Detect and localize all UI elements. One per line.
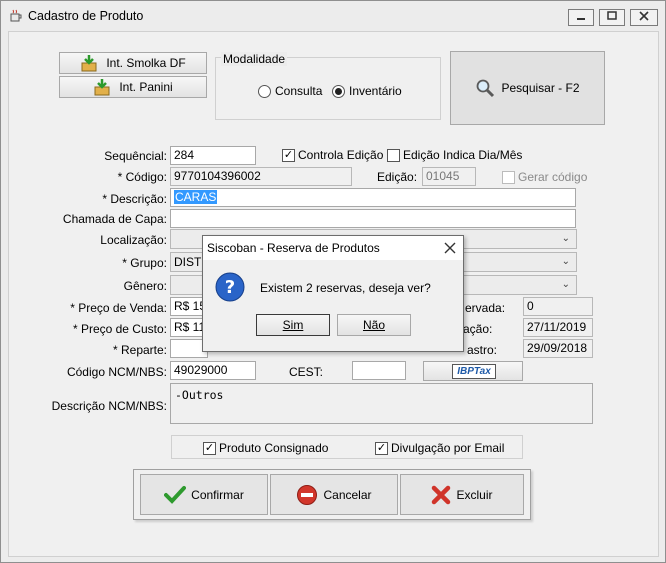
int-smolka-label: Int. Smolka DF bbox=[106, 56, 186, 70]
reservada-label: ervada: bbox=[465, 301, 506, 315]
close-icon bbox=[639, 11, 649, 24]
cancelar-button[interactable]: Cancelar bbox=[270, 474, 398, 515]
cancelar-label: Cancelar bbox=[323, 487, 372, 502]
radio-inventario-indicator bbox=[332, 84, 345, 98]
chamada-label: Chamada de Capa: bbox=[62, 212, 167, 226]
dialog-no-label: Não bbox=[362, 318, 385, 332]
title-bar: Cadastro de Produto bbox=[1, 1, 665, 31]
codigo-field[interactable]: 9770104396002 bbox=[170, 167, 352, 186]
modalidade-group bbox=[215, 57, 441, 120]
cadastro-label: astro: bbox=[467, 343, 498, 357]
divulgacao-checkbox[interactable]: ✓ Divulgação por Email bbox=[375, 441, 504, 455]
maximize-icon bbox=[607, 11, 617, 24]
consignado-check-icon: ✓ bbox=[203, 441, 216, 455]
main-window: Cadastro de Produto Int. Smolka DF Int. … bbox=[0, 0, 666, 563]
question-icon: ? bbox=[215, 272, 245, 302]
controla-edicao-check-icon: ✓ bbox=[282, 148, 295, 162]
no-entry-icon bbox=[296, 484, 318, 506]
box-download-icon bbox=[93, 78, 111, 96]
confirmar-label: Confirmar bbox=[191, 487, 244, 502]
descricao-field[interactable]: CARAS bbox=[170, 188, 576, 207]
gerar-codigo-label: Gerar código bbox=[518, 170, 588, 184]
excluir-label: Excluir bbox=[456, 487, 493, 502]
codigo-label: * Código: bbox=[117, 170, 167, 184]
gerar-codigo-checkbox[interactable]: Gerar código bbox=[502, 170, 587, 184]
dialog-close-icon[interactable] bbox=[443, 241, 457, 255]
red-x-icon bbox=[431, 485, 451, 505]
radio-consulta-label: Consulta bbox=[275, 84, 323, 98]
reservada-field[interactable]: 0 bbox=[523, 297, 593, 316]
dialog-yes-button[interactable]: Sim bbox=[256, 314, 330, 336]
dialog-message: Existem 2 reservas, deseja ver? bbox=[260, 281, 431, 295]
modalidade-title: Modalidade bbox=[221, 52, 288, 66]
minimize-button[interactable] bbox=[568, 9, 594, 26]
descricao-label: * Descrição: bbox=[102, 192, 167, 206]
reserva-dialog: Siscoban - Reserva de Produtos ? Existem… bbox=[202, 235, 464, 352]
cadastro-field[interactable]: 29/09/2018 bbox=[523, 339, 593, 358]
radio-inventario[interactable]: Inventário bbox=[332, 84, 402, 98]
edicao-dia-mes-check-icon bbox=[387, 148, 400, 162]
coffee-cup-icon bbox=[9, 9, 23, 23]
radio-inventario-label: Inventário bbox=[349, 84, 402, 98]
ibptax-logo: IBPTax bbox=[452, 364, 496, 379]
dialog-title-bar: Siscoban - Reserva de Produtos bbox=[203, 236, 463, 260]
edicao-dia-mes-label: Edição Indica Dia/Mês bbox=[403, 148, 523, 162]
confirmar-button[interactable]: Confirmar bbox=[140, 474, 268, 515]
reparte-label: * Reparte: bbox=[112, 343, 167, 357]
search-label: Pesquisar - F2 bbox=[501, 81, 580, 95]
excluir-button[interactable]: Excluir bbox=[400, 474, 524, 515]
maximize-button[interactable] bbox=[599, 9, 625, 26]
descricao-value: CARAS bbox=[174, 190, 218, 204]
int-panini-button[interactable]: Int. Panini bbox=[59, 76, 207, 98]
desc-ncm-label: Descrição NCM/NBS: bbox=[51, 399, 167, 413]
dialog-yes-label: Sim bbox=[282, 318, 304, 332]
edicao-label: Edição: bbox=[377, 170, 418, 184]
desc-ncm-field[interactable]: -Outros bbox=[170, 383, 593, 424]
chevron-down-icon: ⌄ bbox=[561, 256, 570, 267]
cest-field[interactable] bbox=[352, 361, 406, 380]
close-button[interactable] bbox=[630, 9, 658, 26]
search-button[interactable]: Pesquisar - F2 bbox=[450, 51, 605, 125]
radio-consulta-indicator bbox=[258, 84, 271, 98]
int-smolka-button[interactable]: Int. Smolka DF bbox=[59, 52, 207, 74]
preco-custo-label: * Preço de Custo: bbox=[72, 322, 167, 336]
chamada-field[interactable] bbox=[170, 209, 576, 228]
ibptax-label: IBPTax bbox=[457, 366, 491, 377]
genero-label: Gênero: bbox=[123, 279, 167, 293]
cest-label: CEST: bbox=[289, 365, 324, 379]
localizacao-label: Localização: bbox=[100, 233, 167, 247]
svg-text:?: ? bbox=[225, 277, 235, 298]
chevron-down-icon: ⌄ bbox=[561, 233, 570, 244]
ncm-label: Código NCM/NBS: bbox=[66, 365, 167, 379]
checkmark-icon bbox=[164, 485, 187, 505]
ncm-field[interactable]: 49029000 bbox=[170, 361, 256, 380]
int-panini-label: Int. Panini bbox=[119, 80, 173, 94]
controla-edicao-checkbox[interactable]: ✓ Controla Edição bbox=[282, 148, 383, 162]
gerar-codigo-check-icon bbox=[502, 170, 515, 184]
consignado-checkbox[interactable]: ✓ Produto Consignado bbox=[203, 441, 328, 455]
edicao-field[interactable]: 01045 bbox=[422, 167, 476, 186]
edicao-dia-mes-checkbox[interactable]: Edição Indica Dia/Mês bbox=[387, 148, 522, 162]
preco-venda-label: * Preço de Venda: bbox=[70, 301, 167, 315]
chevron-down-icon: ⌄ bbox=[561, 279, 570, 290]
dialog-no-button[interactable]: Não bbox=[337, 314, 411, 336]
minimize-icon bbox=[576, 11, 586, 24]
consignado-label: Produto Consignado bbox=[219, 441, 329, 455]
window-title: Cadastro de Produto bbox=[28, 9, 144, 23]
divulgacao-check-icon: ✓ bbox=[375, 441, 388, 455]
magnifier-icon bbox=[475, 78, 495, 98]
divulgacao-label: Divulgação por Email bbox=[391, 441, 505, 455]
grupo-label: * Grupo: bbox=[122, 256, 167, 270]
controla-edicao-label: Controla Edição bbox=[298, 148, 384, 162]
box-download-icon bbox=[80, 54, 98, 72]
atualizacao-field[interactable]: 27/11/2019 bbox=[523, 318, 593, 337]
dialog-title: Siscoban - Reserva de Produtos bbox=[207, 241, 380, 255]
sequencial-field[interactable]: 284 bbox=[170, 146, 256, 165]
radio-consulta[interactable]: Consulta bbox=[258, 84, 322, 98]
ibptax-button[interactable]: IBPTax bbox=[423, 361, 523, 381]
sequencial-label: Sequêncial: bbox=[104, 149, 167, 163]
